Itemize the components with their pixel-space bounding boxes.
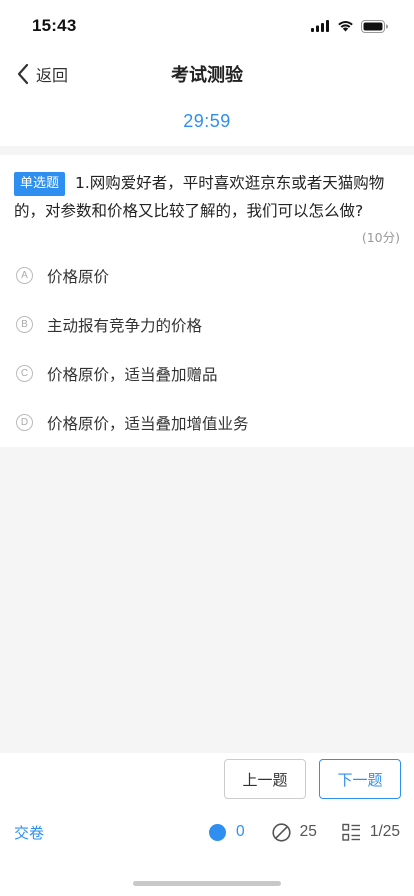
options-list: A 价格原价 B 主动报有竞争力的价格 C 价格原价，适当叠加赠品 D 价格原价…	[14, 251, 400, 447]
option-letter: D	[16, 414, 33, 431]
option-a[interactable]: A 价格原价	[14, 251, 400, 300]
prev-question-button[interactable]: 上一题	[224, 759, 306, 799]
option-text: 价格原价	[47, 267, 110, 286]
wifi-icon	[338, 21, 353, 32]
next-question-button[interactable]: 下一题	[319, 759, 401, 799]
progress-count: 1/25	[369, 823, 400, 840]
option-text: 价格原价，适当叠加增值业务	[47, 414, 249, 433]
page-title: 考试测验	[171, 65, 243, 86]
progress-stat[interactable]: 1/25	[342, 823, 400, 842]
home-indicator	[133, 881, 281, 886]
nav-bar: 返回 考试测验	[0, 52, 414, 96]
question-card: 单选题 1.网购爱好者，平时喜欢逛京东或者天猫购物的，对参数和价格又比较了解的，我…	[0, 155, 414, 447]
battery-icon	[361, 19, 388, 33]
option-d[interactable]: D 价格原价，适当叠加增值业务	[14, 398, 400, 447]
option-letter: C	[16, 365, 33, 382]
question-text: 1.网购爱好者，平时喜欢逛京东或者天猫购物的，对参数和价格又比较了解的，我们可以…	[14, 174, 385, 220]
option-text: 主动报有竞争力的价格	[47, 316, 203, 335]
submit-exam-button[interactable]: 交卷	[14, 822, 44, 843]
option-c[interactable]: C 价格原价，适当叠加赠品	[14, 349, 400, 398]
back-button[interactable]: 返回	[16, 52, 68, 96]
timer-bar: 29:59	[0, 96, 414, 146]
countdown-timer: 29:59	[183, 110, 231, 131]
answered-stat[interactable]: 0	[208, 823, 245, 841]
question-score: (10分)	[361, 230, 400, 245]
unanswered-count: 25	[299, 823, 317, 840]
status-icons	[311, 19, 388, 33]
signal-icon	[311, 20, 329, 32]
option-letter: A	[16, 267, 33, 284]
answered-dot-icon	[208, 823, 226, 841]
list-icon	[342, 823, 360, 841]
question-text-block: 单选题 1.网购爱好者，平时喜欢逛京东或者天猫购物的，对参数和价格又比较了解的，我…	[14, 169, 400, 225]
option-b[interactable]: B 主动报有竞争力的价格	[14, 300, 400, 349]
back-label: 返回	[36, 66, 69, 85]
answered-count: 0	[235, 823, 245, 840]
option-letter: B	[16, 316, 33, 333]
option-text: 价格原价，适当叠加赠品	[47, 365, 218, 384]
answer-stats: 0 25 1/25	[208, 822, 400, 842]
status-bar: 15:43	[0, 0, 414, 52]
status-time: 15:43	[32, 16, 77, 35]
unanswered-icon	[271, 822, 291, 842]
chevron-left-icon	[17, 63, 29, 85]
question-type-badge: 单选题	[14, 172, 66, 196]
footer-bar: 交卷 0 25 1/25	[0, 818, 414, 846]
unanswered-stat[interactable]: 25	[271, 822, 317, 842]
